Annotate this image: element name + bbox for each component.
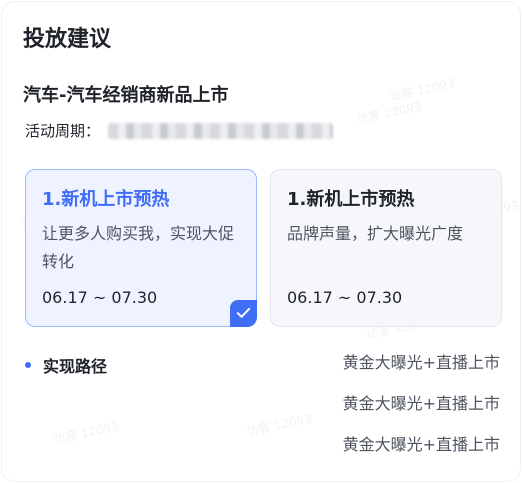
- period-label: 活动周期：: [25, 122, 101, 140]
- path-item: 黄金大曝光+直播上市: [342, 353, 500, 372]
- strategy-card-selected[interactable]: 1.新机上市预热 让更多人购买我，实现大促转化 06.17 ~ 07.30: [25, 169, 257, 327]
- path-item: 黄金大曝光+直播上市: [342, 394, 500, 413]
- suggestion-panel: 访客 12093 访客 12093 访客 12093 访客 12093 访客 1…: [1, 1, 521, 482]
- path-item: 黄金大曝光+直播上市: [342, 435, 500, 454]
- card-date-range: 06.17 ~ 07.30: [287, 288, 403, 307]
- card-description: 品牌声量，扩大曝光广度: [287, 224, 464, 243]
- check-icon: [236, 304, 251, 323]
- watermark: 访客 12093: [245, 411, 313, 439]
- strategy-card[interactable]: 1.新机上市预热 品牌声量，扩大曝光广度 06.17 ~ 07.30: [270, 169, 502, 327]
- implementation-path-label: 实现路径: [43, 357, 108, 376]
- card-description: 让更多人购买我，实现大促转化: [42, 224, 235, 271]
- bullet-dot-icon: [25, 362, 31, 368]
- card-title: 1.新机上市预热: [42, 189, 170, 210]
- implementation-path-label-row: 实现路径: [25, 353, 107, 377]
- card-date-range: 06.17 ~ 07.30: [42, 288, 158, 307]
- campaign-title: 汽车-汽车经销商新品上市: [23, 85, 229, 106]
- campaign-period: 活动周期：: [25, 120, 334, 141]
- implementation-path-list: 黄金大曝光+直播上市 黄金大曝光+直播上市 黄金大曝光+直播上市: [343, 353, 500, 476]
- watermark: 访客 12093: [355, 99, 423, 127]
- page-title: 投放建议: [23, 27, 112, 52]
- card-title: 1.新机上市预热: [287, 189, 415, 210]
- period-redacted-value: [108, 122, 334, 139]
- selected-badge: [230, 300, 257, 327]
- watermark: 访客 12093: [52, 419, 120, 447]
- watermark: 访客 12093: [388, 76, 456, 104]
